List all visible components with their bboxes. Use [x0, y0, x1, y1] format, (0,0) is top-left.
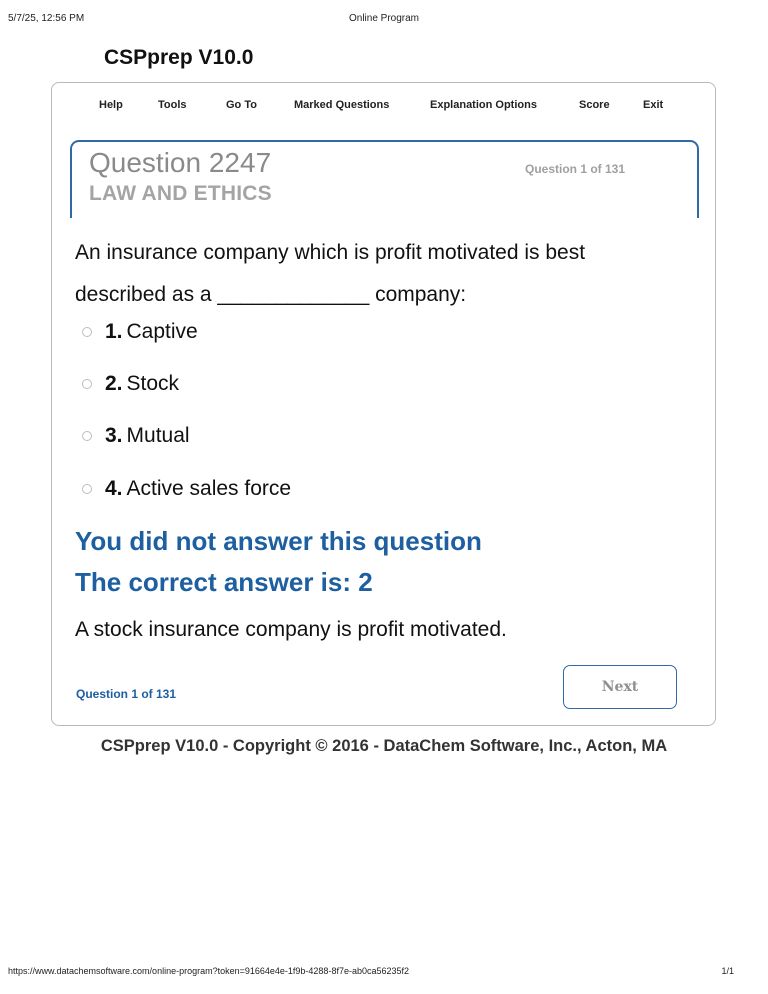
option-label: Active sales force	[126, 477, 292, 500]
menu-explanation-options[interactable]: Explanation Options	[430, 99, 537, 111]
question-text-line: described as a _____________ company:	[75, 283, 467, 306]
answer-status: You did not answer this question	[75, 526, 482, 556]
next-button[interactable]: Next	[563, 665, 677, 709]
menu-tools[interactable]: Tools	[158, 99, 187, 111]
answer-option-2[interactable]: 2. Stock	[82, 371, 179, 397]
option-number: 3.	[105, 424, 123, 447]
option-label: Captive	[126, 320, 198, 343]
question-counter-top: Question 1 of 131	[525, 162, 626, 176]
print-page-number: 1/1	[721, 966, 734, 976]
radio-button[interactable]	[82, 484, 92, 494]
option-number: 1.	[105, 320, 123, 343]
radio-button[interactable]	[82, 327, 92, 337]
question-number: Question 2247	[89, 147, 272, 178]
print-page-title: Online Program	[348, 13, 420, 24]
menu-marked-questions[interactable]: Marked Questions	[294, 99, 389, 111]
radio-button[interactable]	[82, 379, 92, 389]
menu-exit[interactable]: Exit	[643, 99, 663, 111]
copyright-text: CSPprep V10.0 - Copyright © 2016 - DataC…	[100, 737, 668, 755]
question-counter-bottom: Question 1 of 131	[76, 687, 177, 701]
question-category: LAW AND ETHICS	[89, 182, 272, 205]
correct-answer: The correct answer is: 2	[75, 567, 373, 597]
question-text-line: An insurance company which is profit mot…	[75, 241, 586, 264]
option-number: 4.	[105, 477, 123, 500]
answer-option-1[interactable]: 1. Captive	[82, 319, 198, 345]
option-number: 2.	[105, 372, 123, 395]
option-label: Mutual	[126, 424, 190, 447]
app-title: CSPprep V10.0	[104, 46, 254, 69]
answer-option-3[interactable]: 3. Mutual	[82, 423, 190, 449]
print-datetime: 5/7/25, 12:56 PM	[8, 13, 85, 24]
radio-button[interactable]	[82, 431, 92, 441]
menu-score[interactable]: Score	[579, 99, 610, 111]
menu-help[interactable]: Help	[99, 99, 123, 111]
menu-go-to[interactable]: Go To	[226, 99, 257, 111]
option-label: Stock	[126, 372, 180, 395]
explanation-text: A stock insurance company is profit moti…	[75, 618, 507, 641]
menu-bar: Help Tools Go To Marked Questions Explan…	[0, 99, 768, 113]
question-text: An insurance company which is profit mot…	[75, 232, 675, 316]
print-url: https://www.datachemsoftware.com/online-…	[8, 966, 410, 976]
answer-option-4[interactable]: 4. Active sales force	[82, 476, 291, 502]
